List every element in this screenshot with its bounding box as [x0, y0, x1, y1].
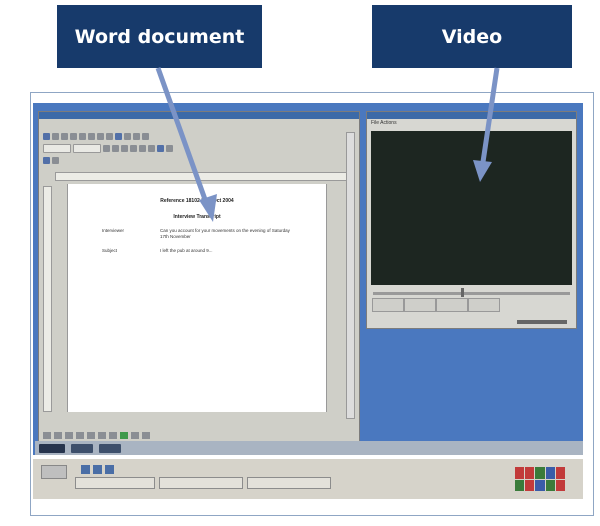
- forward-button[interactable]: [468, 298, 500, 312]
- fill-color-icon[interactable]: [120, 431, 128, 439]
- font-select[interactable]: [73, 143, 101, 153]
- align-left-icon[interactable]: [130, 144, 137, 152]
- indent-icon[interactable]: [166, 144, 173, 152]
- windows-taskbar[interactable]: [33, 458, 583, 499]
- tray-icon[interactable]: [555, 479, 565, 491]
- word-titlebar[interactable]: [39, 112, 359, 119]
- taskbar-item-video[interactable]: [247, 477, 331, 489]
- word-document-callout: Word document: [57, 5, 262, 68]
- play-button[interactable]: [372, 298, 404, 312]
- arrow-tool-icon[interactable]: [87, 431, 95, 439]
- align-right-icon[interactable]: [148, 144, 155, 152]
- start-button[interactable]: [41, 465, 67, 479]
- tray-icon[interactable]: [545, 479, 555, 491]
- word-window[interactable]: Reference 18102 17th Oct 2004 Interview …: [38, 111, 360, 455]
- oval-icon[interactable]: [109, 431, 117, 439]
- tray-icon[interactable]: [525, 479, 535, 491]
- desktop-screen: Reference 18102 17th Oct 2004 Interview …: [33, 103, 583, 455]
- document-subheading: Interview Transcript: [173, 214, 221, 220]
- vertical-ruler[interactable]: [43, 186, 52, 412]
- save-icon[interactable]: [61, 132, 68, 140]
- subject-label: Subject: [102, 248, 118, 253]
- tray-icon[interactable]: [535, 467, 545, 479]
- table-icon[interactable]: [115, 132, 122, 140]
- word-toolbar-formatting[interactable]: [43, 143, 355, 153]
- underline-icon[interactable]: [121, 144, 128, 152]
- bullets-icon[interactable]: [157, 144, 164, 152]
- office-shortcut-icon[interactable]: [71, 443, 93, 453]
- video-menubar[interactable]: File Actions: [371, 120, 397, 126]
- subject-text: I left the pub at around 9...: [160, 248, 213, 253]
- video-callout-label: Video: [441, 25, 503, 48]
- drawing-icon[interactable]: [133, 132, 140, 140]
- rectangle-icon[interactable]: [98, 431, 106, 439]
- stop-button[interactable]: [404, 298, 436, 312]
- horizontal-ruler[interactable]: [55, 172, 355, 181]
- font-color-icon[interactable]: [142, 431, 150, 439]
- video-status-text: [517, 320, 567, 324]
- video-window[interactable]: File Actions: [366, 111, 577, 329]
- tray-icon[interactable]: [515, 467, 525, 479]
- office-shortcut-icon[interactable]: [99, 443, 121, 453]
- tray-icon[interactable]: [545, 467, 555, 479]
- video-seek-bar[interactable]: [373, 292, 570, 295]
- italic-icon[interactable]: [112, 144, 119, 152]
- tray-icon[interactable]: [555, 467, 565, 479]
- document-heading: Reference 18102 17th Oct 2004: [160, 198, 234, 204]
- bold-icon[interactable]: [103, 144, 110, 152]
- open-icon[interactable]: [52, 132, 59, 140]
- columns-icon[interactable]: [124, 132, 131, 140]
- quick-launch[interactable]: [81, 465, 114, 474]
- comment-icon[interactable]: [52, 156, 59, 164]
- drawing-toolbar[interactable]: [43, 430, 355, 440]
- copy-icon[interactable]: [88, 132, 95, 140]
- word-document-callout-label: Word document: [74, 25, 245, 48]
- zoom-icon[interactable]: [142, 132, 149, 140]
- video-callout: Video: [372, 5, 572, 68]
- office-icon[interactable]: [39, 443, 65, 453]
- video-controls[interactable]: [372, 298, 572, 312]
- rewind-button[interactable]: [436, 298, 468, 312]
- cut-icon[interactable]: [79, 132, 86, 140]
- video-titlebar[interactable]: [367, 112, 576, 119]
- taskbar-item-word[interactable]: [159, 477, 243, 489]
- select-icon[interactable]: [54, 431, 62, 439]
- tray-icon[interactable]: [535, 479, 545, 491]
- mail-icon[interactable]: [105, 465, 114, 474]
- system-tray[interactable]: [515, 467, 565, 491]
- browser-icon[interactable]: [93, 465, 102, 474]
- interviewer-label: Interviewer: [102, 228, 125, 233]
- taskbar-item[interactable]: [75, 477, 155, 489]
- draw-icon[interactable]: [43, 431, 51, 439]
- style-select[interactable]: [43, 143, 71, 153]
- word-menubar[interactable]: [43, 120, 355, 129]
- undo-icon[interactable]: [106, 132, 113, 140]
- interviewer-text: Can you account for your movements on th…: [160, 228, 290, 239]
- print-icon[interactable]: [70, 132, 77, 140]
- review-icon[interactable]: [43, 156, 50, 164]
- word-toolbar-standard[interactable]: [43, 131, 355, 141]
- word-toolbar-extra[interactable]: [43, 155, 355, 165]
- line-icon[interactable]: [76, 431, 84, 439]
- paste-icon[interactable]: [97, 132, 104, 140]
- new-icon[interactable]: [43, 132, 50, 140]
- document-page[interactable]: Reference 18102 17th Oct 2004 Interview …: [67, 184, 327, 412]
- word-vertical-scrollbar[interactable]: [346, 132, 355, 419]
- align-center-icon[interactable]: [139, 144, 146, 152]
- video-seek-thumb[interactable]: [461, 288, 464, 297]
- line-color-icon[interactable]: [131, 431, 139, 439]
- video-display[interactable]: [371, 131, 572, 285]
- tray-icon[interactable]: [515, 479, 525, 491]
- autoshapes-icon[interactable]: [65, 431, 73, 439]
- desktop-icon[interactable]: [81, 465, 90, 474]
- tray-icon[interactable]: [525, 467, 535, 479]
- office-shortcut-bar[interactable]: [35, 441, 583, 455]
